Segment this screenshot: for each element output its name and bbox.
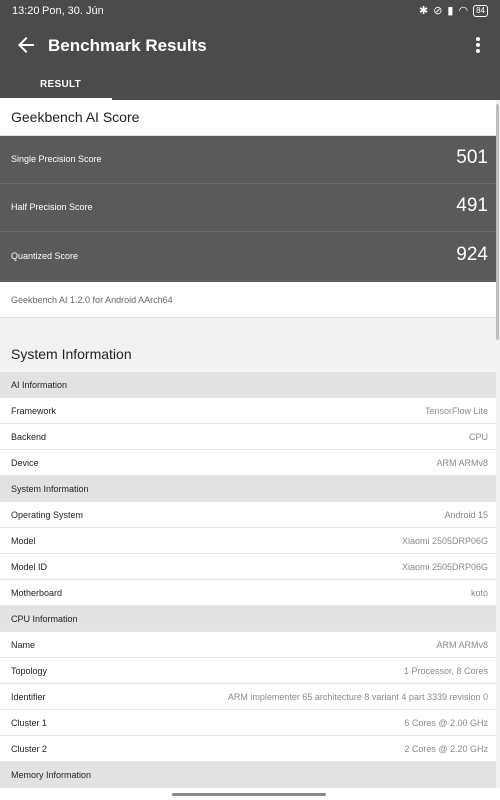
more-vertical-icon[interactable] [468, 33, 488, 57]
info-value: TensorFlow Lite [424, 406, 488, 416]
info-row: Identifier ARM implementer 65 architectur… [0, 684, 496, 710]
score-row-quantized: Quantized Score 924 [0, 233, 496, 281]
info-row: Topology 1 Processor, 8 Cores [0, 658, 496, 684]
score-label: Half Precision Score [11, 202, 93, 212]
section-header: Memory Information [0, 762, 496, 788]
score-value: 491 [456, 195, 488, 216]
section-header: System Information [0, 476, 496, 502]
info-row: Cluster 1 6 Cores @ 2.00 GHz [0, 710, 496, 736]
status-bar: 13:20 Pon, 30. Jún ✱ ⊘ ▮ ◠ 84 [0, 0, 500, 24]
home-indicator[interactable] [172, 793, 326, 796]
info-key: Motherboard [11, 588, 63, 598]
score-panel: Single Precision Score 501 Half Precisio… [0, 136, 496, 282]
signal-icon: ▮ [447, 5, 454, 17]
info-key: Identifier [11, 692, 46, 702]
score-label: Quantized Score [11, 251, 79, 261]
info-row: Framework TensorFlow Lite [0, 398, 496, 424]
section-header-label: Memory Information [11, 770, 92, 780]
info-row: Model ID Xiaomi 2505DRP06G [0, 554, 496, 580]
score-row-half: Half Precision Score 491 [0, 184, 496, 232]
info-row: Device ARM ARMv8 [0, 450, 496, 476]
wifi-icon: ◠ [458, 5, 469, 17]
score-card-footer: Geekbench AI 1.2.0 for Android AArch64 [0, 282, 496, 318]
info-row: Cluster 2 2 Cores @ 2.20 GHz [0, 736, 496, 762]
tab-bar: RESULT [0, 70, 500, 100]
section-header: AI Information [0, 372, 496, 398]
score-card-header: Geekbench AI Score [0, 100, 496, 136]
score-card-title: Geekbench AI Score [11, 109, 140, 125]
score-value: 924 [456, 244, 488, 265]
status-time: 13:20 [12, 5, 40, 17]
info-key: Topology [11, 666, 48, 676]
info-value: Xiaomi 2505DRP06G [401, 536, 488, 546]
scrollbar[interactable] [496, 104, 499, 340]
tab-result-label: RESULT [40, 79, 82, 90]
info-value: Xiaomi 2505DRP06G [401, 562, 488, 572]
info-value: 6 Cores @ 2.00 GHz [404, 718, 488, 728]
info-value: ARM implementer 65 architecture 8 varian… [227, 692, 488, 702]
gesture-bar [0, 788, 500, 800]
info-key: Model [11, 536, 36, 546]
info-value: koto [470, 588, 488, 598]
info-key: Cluster 2 [11, 744, 48, 754]
info-key: Framework [11, 406, 57, 416]
info-row: Operating System Android 15 [0, 502, 496, 528]
section-header-label: CPU Information [11, 614, 78, 624]
system-information-table: AI Information Framework TensorFlow Lite … [0, 372, 496, 788]
app-bar: Benchmark Results [0, 24, 500, 70]
system-information-title: System Information [11, 346, 132, 362]
page-title: Benchmark Results [48, 36, 207, 55]
info-value: CPU [468, 432, 488, 442]
section-header-label: System Information [11, 484, 89, 494]
info-key: Cluster 1 [11, 718, 48, 728]
tab-result[interactable]: RESULT [0, 70, 112, 100]
score-label: Single Precision Score [11, 154, 102, 164]
info-row: Backend CPU [0, 424, 496, 450]
info-row: Model Xiaomi 2505DRP06G [0, 528, 496, 554]
info-key: Backend [11, 432, 47, 442]
info-key: Operating System [11, 510, 84, 520]
score-value: 501 [456, 147, 488, 168]
battery-icon: 84 [473, 5, 488, 17]
section-header-label: AI Information [11, 380, 68, 390]
info-value: Android 15 [444, 510, 488, 520]
section-header: CPU Information [0, 606, 496, 632]
arrow-left-icon[interactable] [14, 33, 38, 57]
info-row: Name ARM ARMv8 [0, 632, 496, 658]
status-date: Pon, 30. Jún [42, 5, 104, 17]
info-key: Name [11, 640, 36, 650]
info-value: 1 Processor, 8 Cores [403, 666, 488, 676]
info-key: Model ID [11, 562, 48, 572]
info-value: ARM ARMv8 [436, 640, 488, 650]
info-value: ARM ARMv8 [436, 458, 488, 468]
score-row-single: Single Precision Score 501 [0, 136, 496, 184]
info-key: Device [11, 458, 39, 468]
bluetooth-icon: ✱ [418, 5, 429, 17]
benchmark-version: Geekbench AI 1.2.0 for Android AArch64 [11, 295, 173, 305]
info-row: Motherboard koto [0, 580, 496, 606]
mute-icon: ⊘ [433, 5, 443, 17]
status-icons: ✱ ⊘ ▮ ◠ 84 [419, 4, 488, 18]
info-value: 2 Cores @ 2.20 GHz [404, 744, 488, 754]
